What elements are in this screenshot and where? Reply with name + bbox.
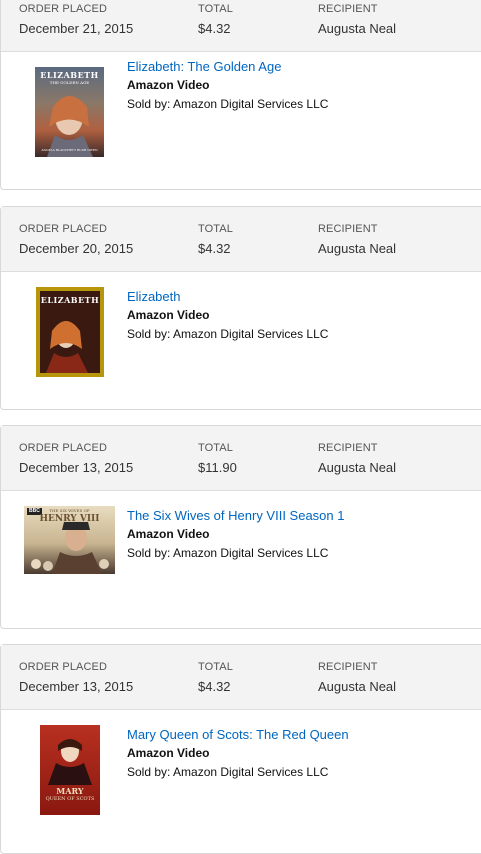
order-placed-label: ORDER PLACED — [19, 3, 107, 15]
recipient-label: RECIPIENT — [318, 223, 378, 235]
item-info: Mary Queen of Scots: The Red Queen Amazo… — [127, 727, 349, 780]
total-label: TOTAL — [198, 442, 233, 454]
product-title-link[interactable]: Elizabeth: The Golden Age — [127, 59, 328, 75]
product-thumbnail[interactable]: ELIZABETH — [36, 287, 104, 377]
product-thumbnail[interactable]: ELIZABETH THE GOLDEN AGE ANGELA BLANCHET… — [35, 67, 104, 157]
poster-title: ELIZABETH — [40, 70, 99, 80]
recipient-name: Augusta Neal — [318, 679, 397, 694]
product-title-link[interactable]: Mary Queen of Scots: The Red Queen — [127, 727, 349, 743]
order-placed-column: ORDER PLACED December 21, 2015 — [19, 3, 133, 36]
poster-title: HENRY VIII — [39, 514, 100, 524]
recipient-name: Augusta Neal — [318, 241, 397, 256]
total-column: TOTAL $4.32 — [198, 3, 233, 36]
order-date: December 13, 2015 — [19, 460, 134, 475]
poster-subtitle: QUEEN OF SCOTS — [45, 796, 95, 802]
order-placed-column: ORDER PLACED December 20, 2015 — [19, 223, 133, 256]
total-label: TOTAL — [198, 223, 233, 235]
product-format: Amazon Video — [127, 308, 210, 322]
order-placed-label: ORDER PLACED — [19, 442, 107, 454]
total-label: TOTAL — [198, 661, 233, 673]
seller-info: Sold by: Amazon Digital Services LLC — [127, 97, 329, 111]
item-info: The Six Wives of Henry VIII Season 1 Ama… — [127, 508, 344, 561]
product-format: Amazon Video — [127, 527, 210, 541]
order-header: ORDER PLACED December 13, 2015 TOTAL $4.… — [1, 645, 481, 710]
seller-info: Sold by: Amazon Digital Services LLC — [127, 327, 329, 341]
order-card: ORDER PLACED December 13, 2015 TOTAL $4.… — [0, 644, 481, 854]
order-placed-column: ORDER PLACED December 13, 2015 — [19, 661, 133, 694]
order-card: ORDER PLACED December 13, 2015 TOTAL $11… — [0, 425, 481, 629]
order-date: December 21, 2015 — [19, 21, 134, 36]
order-placed-column: ORDER PLACED December 13, 2015 — [19, 442, 133, 475]
poster-subtitle: THE SIX WIVES OF — [49, 508, 90, 513]
product-thumbnail[interactable]: MARY QUEEN OF SCOTS — [40, 725, 100, 815]
order-header: ORDER PLACED December 20, 2015 TOTAL $4.… — [1, 207, 481, 272]
product-thumbnail[interactable]: BBC THE SIX WIVES OF HENRY VIII — [24, 506, 115, 574]
order-card: ORDER PLACED December 21, 2015 TOTAL $4.… — [0, 0, 481, 190]
order-header: ORDER PLACED December 13, 2015 TOTAL $11… — [1, 426, 481, 491]
order-card: ORDER PLACED December 20, 2015 TOTAL $4.… — [0, 206, 481, 410]
recipient-column: RECIPIENT Augusta Neal — [318, 661, 396, 694]
order-placed-label: ORDER PLACED — [19, 223, 107, 235]
recipient-column: RECIPIENT Augusta Neal — [318, 223, 396, 256]
poster-subtitle: THE GOLDEN AGE — [49, 80, 90, 85]
order-placed-label: ORDER PLACED — [19, 661, 107, 673]
poster-credits: ANGELA BLANCHETT RUSH OWEN — [41, 148, 98, 152]
total-column: TOTAL $4.32 — [198, 661, 233, 694]
poster-title: ELIZABETH — [40, 295, 100, 305]
product-format: Amazon Video — [127, 78, 210, 92]
total-column: TOTAL $11.90 — [198, 442, 237, 475]
poster-title: MARY — [56, 786, 84, 796]
product-format: Amazon Video — [127, 746, 210, 760]
recipient-label: RECIPIENT — [318, 661, 378, 673]
order-header: ORDER PLACED December 21, 2015 TOTAL $4.… — [1, 0, 481, 52]
order-total: $4.32 — [198, 679, 231, 694]
order-total: $4.32 — [198, 21, 231, 36]
item-info: Elizabeth: The Golden Age Amazon Video S… — [127, 59, 328, 112]
recipient-name: Augusta Neal — [318, 21, 397, 36]
product-title-link[interactable]: Elizabeth — [127, 289, 328, 305]
recipient-label: RECIPIENT — [318, 3, 378, 15]
recipient-name: Augusta Neal — [318, 460, 397, 475]
product-title-link[interactable]: The Six Wives of Henry VIII Season 1 — [127, 508, 344, 524]
total-label: TOTAL — [198, 3, 233, 15]
seller-info: Sold by: Amazon Digital Services LLC — [127, 546, 329, 560]
order-total: $4.32 — [198, 241, 231, 256]
seller-info: Sold by: Amazon Digital Services LLC — [127, 765, 329, 779]
total-column: TOTAL $4.32 — [198, 223, 233, 256]
recipient-column: RECIPIENT Augusta Neal — [318, 442, 396, 475]
order-total: $11.90 — [198, 460, 237, 475]
order-date: December 20, 2015 — [19, 241, 134, 256]
recipient-column: RECIPIENT Augusta Neal — [318, 3, 396, 36]
order-date: December 13, 2015 — [19, 679, 134, 694]
item-info: Elizabeth Amazon Video Sold by: Amazon D… — [127, 289, 328, 342]
recipient-label: RECIPIENT — [318, 442, 378, 454]
